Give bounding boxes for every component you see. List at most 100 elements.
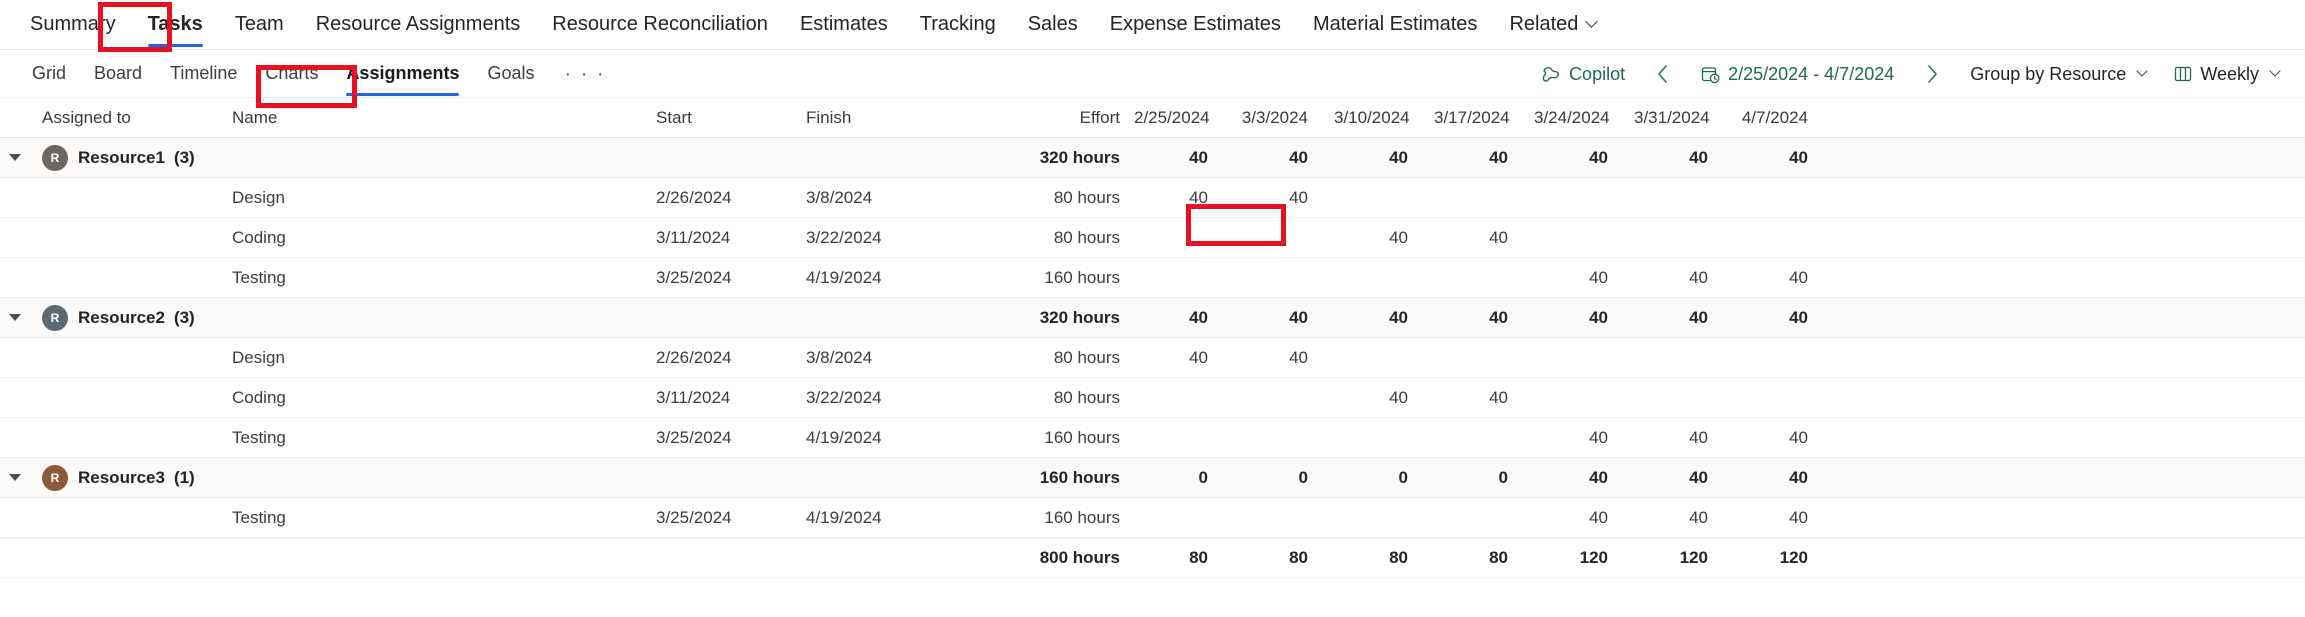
view-tab-charts[interactable]: Charts: [251, 50, 332, 98]
task-name-cell[interactable]: Testing: [226, 268, 656, 288]
top-nav-item-sales[interactable]: Sales: [1012, 0, 1094, 50]
total-week-cell: 80: [1389, 548, 1408, 567]
task-finish-cell: 3/22/2024: [806, 227, 882, 247]
task-week-cell[interactable]: 40: [1134, 188, 1234, 208]
top-nav-item-estimates[interactable]: Estimates: [784, 0, 904, 50]
top-nav-item-tasks[interactable]: Tasks: [132, 0, 219, 50]
column-header-week-4-7-2024[interactable]: 4/7/2024: [1734, 108, 1834, 128]
task-week-cell[interactable]: 40: [1734, 428, 1834, 448]
view-tab-assignments[interactable]: Assignments: [332, 50, 473, 98]
task-week-cell[interactable]: 40: [1434, 388, 1534, 408]
column-header-week-2-25-2024[interactable]: 2/25/2024: [1134, 108, 1234, 128]
top-nav-item-tracking[interactable]: Tracking: [904, 0, 1012, 50]
group-week-cell: 40: [1589, 147, 1608, 167]
top-nav-item-resource-reconciliation[interactable]: Resource Reconciliation: [536, 0, 784, 50]
date-range-button[interactable]: 2/25/2024 - 4/7/2024: [1689, 58, 1906, 91]
task-name-cell[interactable]: Coding: [226, 228, 656, 248]
total-week-cell: 80: [1189, 548, 1208, 567]
view-tab-grid[interactable]: Grid: [18, 50, 80, 98]
chevron-down-icon[interactable]: [9, 154, 21, 161]
top-nav-item-summary[interactable]: Summary: [14, 0, 132, 50]
task-finish-cell: 3/8/2024: [806, 347, 873, 367]
task-name-cell[interactable]: Design: [226, 188, 656, 208]
task-name-cell[interactable]: Coding: [226, 388, 656, 408]
view-granularity-dropdown[interactable]: Weekly: [2162, 58, 2291, 91]
column-header-week-3-3-2024[interactable]: 3/3/2024: [1234, 108, 1334, 128]
task-week-cell[interactable]: 40: [1634, 268, 1734, 288]
task-week-cell[interactable]: 40: [1534, 508, 1634, 528]
top-nav-item-team[interactable]: Team: [219, 0, 300, 50]
group-row[interactable]: R Resource3 (1) 160 hours 0 0 0 0 40 40 40: [0, 458, 2305, 498]
top-nav-item-label: Expense Estimates: [1109, 13, 1281, 35]
group-item-count: (3): [173, 307, 195, 327]
column-header-start[interactable]: Start: [656, 108, 806, 128]
task-name-cell[interactable]: Testing: [226, 508, 656, 528]
task-row[interactable]: Coding 3/11/2024 3/22/2024 80 hours 40 40: [0, 218, 2305, 258]
task-finish-cell: 4/19/2024: [806, 427, 882, 447]
task-week-cell[interactable]: 40: [1434, 228, 1534, 248]
task-finish-cell: 3/8/2024: [806, 187, 873, 207]
group-expand-toggle[interactable]: [0, 154, 30, 161]
task-row[interactable]: Testing 3/25/2024 4/19/2024 160 hours 40 40 40: [0, 498, 2305, 538]
task-start-cell: 3/25/2024: [656, 267, 732, 287]
group-expand-toggle[interactable]: [0, 314, 30, 321]
task-week-cell[interactable]: 40: [1634, 508, 1734, 528]
next-period-button[interactable]: [1910, 57, 1954, 91]
column-header-week-3-17-2024[interactable]: 3/17/2024: [1434, 108, 1534, 128]
task-week-cell[interactable]: 40: [1334, 228, 1434, 248]
task-week-cell[interactable]: 40: [1534, 268, 1634, 288]
column-header-week-3-24-2024[interactable]: 3/24/2024: [1534, 108, 1634, 128]
view-tab-goals[interactable]: Goals: [473, 50, 548, 98]
column-header-assigned-to[interactable]: Assigned to: [30, 108, 226, 128]
task-name-cell[interactable]: Design: [226, 348, 656, 368]
task-row[interactable]: Design 2/26/2024 3/8/2024 80 hours 40 40: [0, 178, 2305, 218]
group-expand-toggle[interactable]: [0, 474, 30, 481]
column-header-name[interactable]: Name: [226, 108, 656, 128]
group-row[interactable]: R Resource1 (3) 320 hours 40 40 40 40 40 40 40: [0, 138, 2305, 178]
top-nav-item-related[interactable]: Related: [1493, 0, 1612, 50]
task-row[interactable]: Coding 3/11/2024 3/22/2024 80 hours 40 40: [0, 378, 2305, 418]
task-week-cell[interactable]: 40: [1134, 348, 1234, 368]
top-nav-item-resource-assignments[interactable]: Resource Assignments: [300, 0, 537, 50]
group-by-dropdown[interactable]: Group by Resource: [1958, 58, 2158, 91]
task-week-cell[interactable]: 40: [1734, 268, 1834, 288]
top-nav-item-expense-estimates[interactable]: Expense Estimates: [1094, 0, 1297, 50]
selected-view-underline: [346, 92, 460, 96]
task-name-cell[interactable]: Testing: [226, 428, 656, 448]
task-effort-cell: 80 hours: [1053, 347, 1120, 367]
task-row[interactable]: Design 2/26/2024 3/8/2024 80 hours 40 40: [0, 338, 2305, 378]
task-week-cell[interactable]: 40: [1634, 428, 1734, 448]
task-row[interactable]: Testing 3/25/2024 4/19/2024 160 hours 40 40 40: [0, 418, 2305, 458]
group-row[interactable]: R Resource2 (3) 320 hours 40 40 40 40 40 40 40: [0, 298, 2305, 338]
group-week-cell: 40: [1489, 307, 1508, 327]
task-week-cell[interactable]: 40: [1734, 508, 1834, 528]
column-header-week-3-31-2024[interactable]: 3/31/2024: [1634, 108, 1734, 128]
previous-period-button[interactable]: [1641, 57, 1685, 91]
group-label: Resource3 (1): [78, 468, 195, 488]
group-week-cell: 40: [1789, 307, 1808, 327]
column-header-week-3-10-2024[interactable]: 3/10/2024: [1334, 108, 1434, 128]
top-nav-item-material-estimates[interactable]: Material Estimates: [1297, 0, 1494, 50]
task-row[interactable]: Testing 3/25/2024 4/19/2024 160 hours 40 40 40: [0, 258, 2305, 298]
copilot-button[interactable]: Copilot: [1529, 58, 1637, 91]
task-week-cell[interactable]: 40: [1234, 188, 1334, 208]
group-item-count: (3): [173, 147, 195, 167]
group-effort-cell: 320 hours: [1039, 307, 1120, 327]
task-week-cell[interactable]: 40: [1334, 388, 1434, 408]
more-views-button[interactable]: · · ·: [549, 64, 622, 84]
chevron-down-icon[interactable]: [9, 474, 21, 481]
group-week-cell: 40: [1789, 467, 1808, 487]
group-week-cell: 0: [1198, 467, 1208, 487]
group-week-cell: 40: [1689, 147, 1708, 167]
total-week-cell: 120: [1679, 548, 1708, 567]
column-header-finish[interactable]: Finish: [806, 108, 954, 128]
column-header-effort[interactable]: Effort: [954, 108, 1134, 128]
view-granularity-label: Weekly: [2200, 63, 2259, 84]
view-tab-board[interactable]: Board: [80, 50, 156, 98]
group-assigned-to: R Resource1 (3): [30, 144, 226, 171]
task-week-cell[interactable]: 40: [1234, 348, 1334, 368]
chevron-down-icon[interactable]: [9, 314, 21, 321]
task-week-cell[interactable]: 40: [1534, 428, 1634, 448]
view-tab-timeline[interactable]: Timeline: [156, 50, 251, 98]
top-nav-item-label: Summary: [30, 13, 116, 35]
